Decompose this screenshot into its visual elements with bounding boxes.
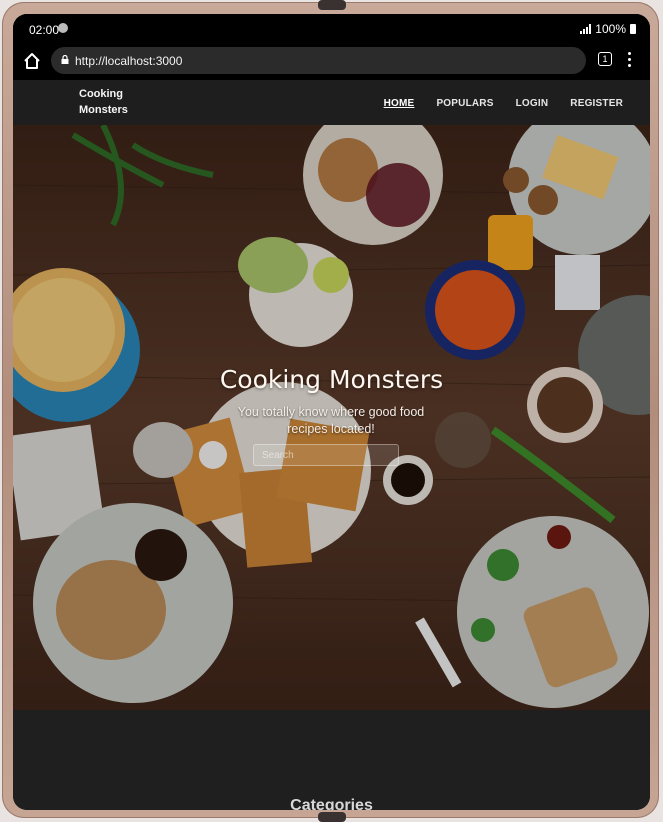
search-input[interactable] [253,444,399,466]
url-bar[interactable]: http://localhost:3000 [51,47,586,74]
status-right: 100% [580,22,636,36]
home-icon[interactable] [21,50,43,72]
status-time: 02:00 [29,23,60,37]
nav-home[interactable]: HOME [384,98,415,109]
web-page: Cooking Monsters HOME POPULARS LOGIN REG… [13,80,650,810]
battery-icon [630,24,636,34]
browser-toolbar: http://localhost:3000 1 [13,44,650,80]
nav-login[interactable]: LOGIN [516,98,549,109]
device-screen: 02:00 100% http://localhost:3000 1 Cooki… [13,14,650,810]
hero-title: Cooking Monsters [219,365,444,394]
nav-populars[interactable]: POPULARS [436,98,493,109]
hinge-top [318,0,346,10]
nav-links: HOME POPULARS LOGIN REGISTER [384,98,623,109]
status-bar: 02:00 100% [13,14,650,44]
hero-subtitle: You totally know where good food recipes… [237,405,425,436]
url-text: http://localhost:3000 [75,54,183,68]
hero-banner: Cooking Monsters You totally know where … [13,125,650,710]
battery-percent: 100% [595,22,626,36]
categories-heading: Categories [290,797,373,810]
lock-icon [61,55,69,64]
signal-icon [580,24,592,34]
nav-register[interactable]: REGISTER [570,98,623,109]
spotify-icon [58,23,68,33]
brand-logo[interactable]: Cooking Monsters [79,86,139,118]
hinge-bottom [318,812,346,822]
menu-icon[interactable] [627,52,631,68]
tabs-icon[interactable]: 1 [598,52,612,66]
site-navbar: Cooking Monsters HOME POPULARS LOGIN REG… [13,80,650,125]
